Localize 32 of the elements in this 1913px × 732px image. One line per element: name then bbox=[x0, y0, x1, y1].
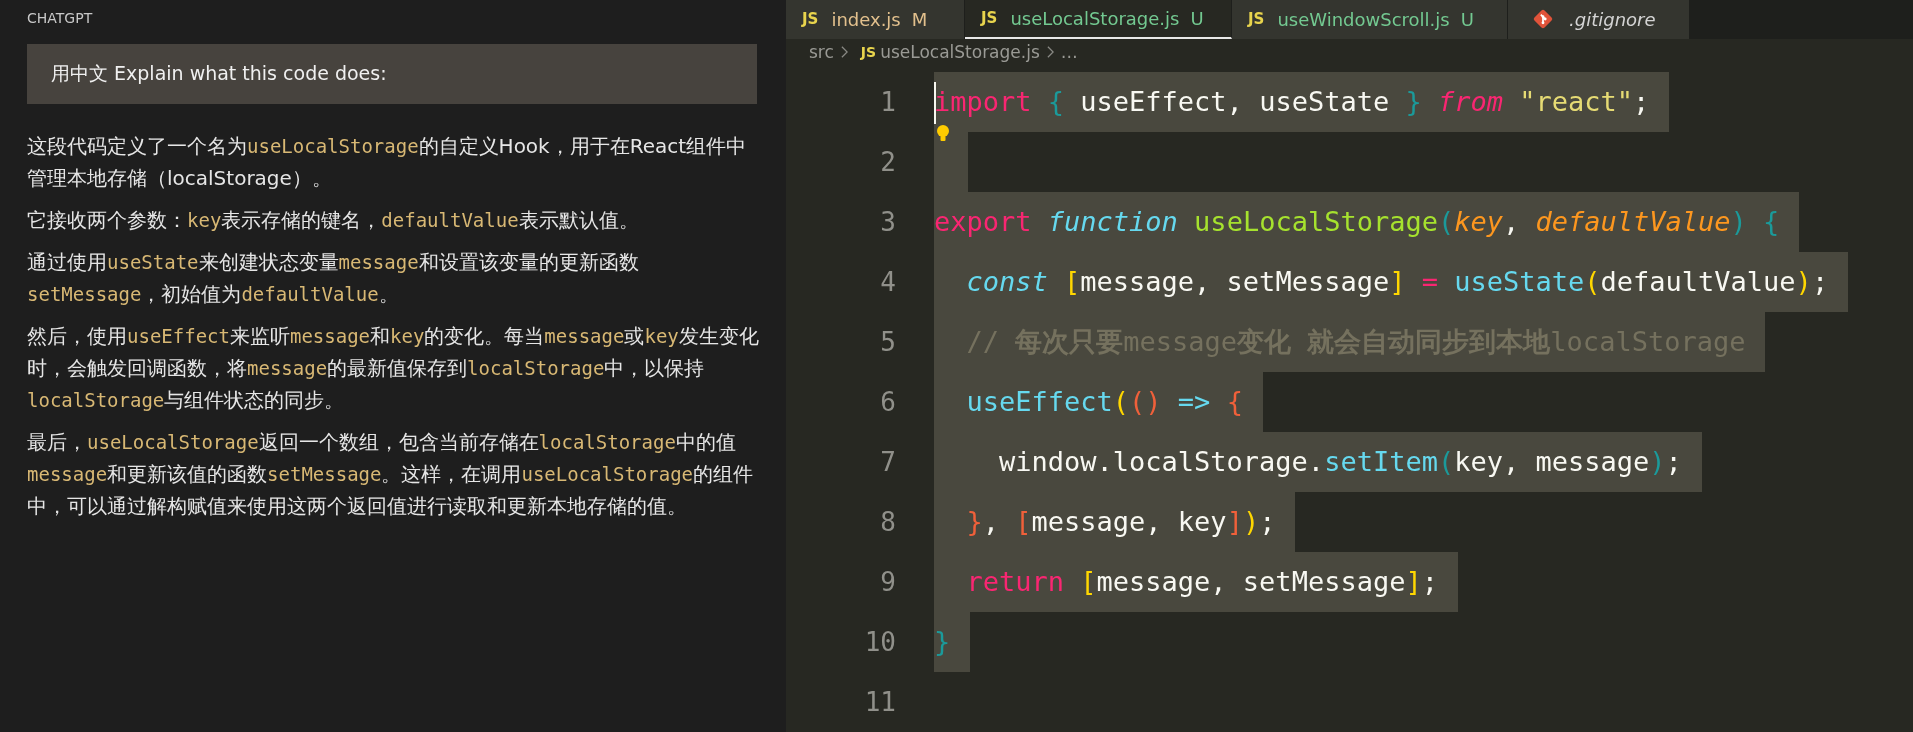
breadcrumb-folder[interactable]: src bbox=[809, 42, 834, 63]
line-number: 11 bbox=[863, 686, 896, 719]
line-number: 9 bbox=[879, 566, 896, 599]
answer-paragraph: 然后，使用useEffect来监听message和 key的变化。每当 message或key发生变化时，会触发回调函数，将message的最新值保存到localStorage中，以保持 localStorage与组件状态的同步。 bbox=[27, 323, 760, 414]
answer-paragraph: 它接收两个参数：key表示存储的键名，defaultValue表示默认值。 bbox=[27, 207, 640, 234]
line-number: 6 bbox=[879, 386, 896, 419]
panel-title: CHATGPT bbox=[27, 10, 94, 26]
editor-tab[interactable]: JS index.js M bbox=[786, 0, 965, 39]
answer-paragraph: 通过使用useState来创建状态变量message和设置该变量的更新函数 setMessage，初始值为defaultValue。 bbox=[27, 249, 640, 308]
line-number: 3 bbox=[879, 206, 896, 239]
line-number: 2 bbox=[879, 146, 896, 179]
js-file-icon: JS bbox=[802, 10, 819, 29]
line-number: 4 bbox=[879, 266, 896, 299]
editor-tab[interactable]: JS useWindowScroll.js U bbox=[1232, 0, 1508, 39]
editor-tab[interactable]: .gitignore bbox=[1508, 0, 1690, 39]
prompt-message: 用中文 Explain what this code does: bbox=[27, 44, 757, 104]
answer-paragraph: 最后，useLocalStorage返回一个数组，包含当前存储在localStorage中的值 message和更新该值的函数setMessage。这样，在调用 useLocalStorage的组件中，可以通过解构赋值来使用这两个返回值进行读取和更新本地存储的值。 bbox=[27, 429, 755, 520]
js-file-icon: JS bbox=[981, 9, 998, 28]
breadcrumb-file[interactable]: useLocalStorage.js bbox=[880, 42, 1040, 63]
line-number: 10 bbox=[863, 626, 896, 659]
breadcrumb-more[interactable]: … bbox=[1060, 42, 1078, 63]
chevron-right-icon bbox=[839, 45, 849, 60]
js-file-icon: JS bbox=[860, 44, 877, 61]
answer-paragraph: 这段代码定义了一个名为useLocalStorage的自定义Hook，用于在React组件中管理本地存储（localStorage）。 bbox=[27, 133, 748, 192]
js-file-icon: JS bbox=[1248, 10, 1265, 29]
line-number: 1 bbox=[879, 86, 896, 119]
lightbulb-icon[interactable] bbox=[936, 124, 950, 144]
line-number: 8 bbox=[879, 506, 896, 539]
line-number: 5 bbox=[879, 326, 896, 359]
editor-tab[interactable]: JS useLocalStorage.js U bbox=[965, 0, 1232, 39]
line-number: 7 bbox=[879, 446, 896, 479]
chevron-right-icon bbox=[1045, 45, 1055, 60]
